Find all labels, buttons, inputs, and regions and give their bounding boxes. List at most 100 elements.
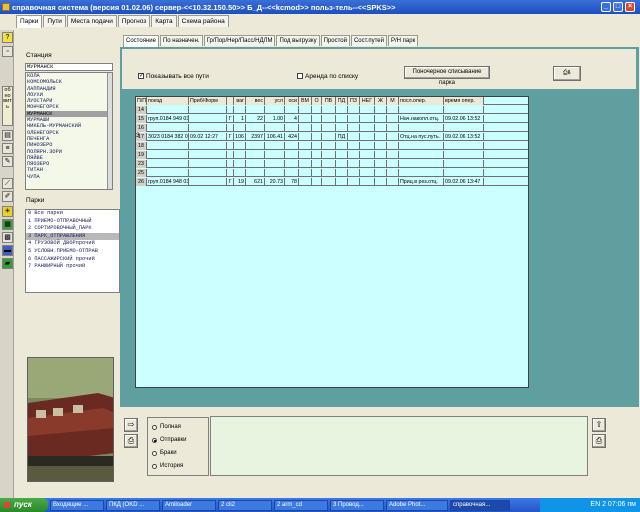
park-item[interactable]: 5 УСЛОВН.ПРИЕМО-ОТПРАВ <box>26 248 119 256</box>
table-cell[interactable] <box>348 169 360 177</box>
table-row[interactable]: 25 <box>136 169 528 177</box>
table-cell[interactable] <box>375 124 387 132</box>
print-export-button[interactable]: ⎙⇩ <box>553 66 581 81</box>
table-cell[interactable] <box>285 160 299 168</box>
pencil-icon[interactable]: ✐ <box>2 191 13 202</box>
table-row[interactable]: 15груп.0184 949 0315 Г1221.004 Нач.накопл.… <box>136 115 528 123</box>
table-cell[interactable] <box>285 124 299 132</box>
table-cell[interactable] <box>227 142 234 150</box>
table-cell[interactable] <box>147 151 189 159</box>
sub-tab[interactable]: Р/Н парк <box>387 35 419 46</box>
radio-button[interactable] <box>152 451 157 456</box>
table-cell[interactable] <box>387 142 399 150</box>
table-cell[interactable] <box>322 133 336 141</box>
table-cell[interactable]: 09.02.06 13:52 <box>444 133 484 141</box>
table-cell[interactable] <box>299 124 312 132</box>
table-cell[interactable] <box>234 169 246 177</box>
table-cell[interactable]: 18 <box>136 142 147 150</box>
table-cell[interactable] <box>265 160 285 168</box>
table-cell[interactable]: ПД <box>336 133 348 141</box>
table-cell[interactable] <box>246 160 265 168</box>
table-cell[interactable] <box>336 169 348 177</box>
park-item[interactable]: 4 ГРУЗОВОЙ ДВОРпрочий <box>26 240 119 248</box>
table-cell[interactable] <box>234 142 246 150</box>
taskbar-item[interactable]: 2 cli2 <box>218 499 272 511</box>
table-cell[interactable]: груп.0184 948 0316 <box>147 178 189 186</box>
help-icon[interactable]: ? <box>2 32 13 43</box>
taskbar-item[interactable]: Входящие ... <box>50 499 104 511</box>
table-cell[interactable] <box>189 169 227 177</box>
sub-tab[interactable]: Под выгрузку <box>276 35 320 46</box>
table-cell[interactable] <box>375 133 387 141</box>
radio-button[interactable] <box>152 425 157 430</box>
table-cell[interactable]: 106.41 <box>265 133 285 141</box>
table-cell[interactable] <box>399 151 444 159</box>
table-cell[interactable] <box>348 106 360 114</box>
grid-icon[interactable]: ▩ <box>2 232 13 243</box>
table-cell[interactable]: 424 <box>285 133 299 141</box>
park-item[interactable]: 2 СОРТИРОВОЧНЫЙ_ПАРК <box>26 225 119 233</box>
print-small-button[interactable]: ⎙ <box>124 434 138 448</box>
table-cell[interactable] <box>265 169 285 177</box>
table-cell[interactable] <box>336 151 348 159</box>
table-cell[interactable] <box>147 169 189 177</box>
taskbar-item[interactable]: 2 arm_cd <box>274 499 328 511</box>
table-cell[interactable]: 14 <box>136 106 147 114</box>
table-cell[interactable] <box>399 106 444 114</box>
table-cell[interactable] <box>234 160 246 168</box>
park-item[interactable]: 0 Все парки <box>26 210 119 218</box>
arrow-up-button[interactable]: ⇧ <box>592 418 606 432</box>
table-cell[interactable] <box>285 169 299 177</box>
table-row[interactable]: 18 <box>136 142 528 150</box>
show-all-tracks-checkbox[interactable]: ✓ <box>138 73 144 79</box>
table-cell[interactable]: 09.02.06 13:52 <box>444 115 484 123</box>
table-cell[interactable]: 2397 <box>246 133 265 141</box>
table-cell[interactable] <box>312 142 322 150</box>
table-cell[interactable] <box>444 106 484 114</box>
table-cell[interactable] <box>312 124 322 132</box>
table-cell[interactable] <box>227 124 234 132</box>
table-cell[interactable] <box>375 151 387 159</box>
table-cell[interactable] <box>227 169 234 177</box>
table-cell[interactable] <box>399 124 444 132</box>
table-cell[interactable] <box>336 115 348 123</box>
arrow-right-button[interactable]: ⇨ <box>124 418 138 432</box>
table-cell[interactable] <box>312 169 322 177</box>
table-cell[interactable] <box>265 151 285 159</box>
table-row[interactable]: П/П поезд Приб/Форм ваг вес усл оси ВМ О ПВ ПД ПЗ НЕ… <box>136 97 528 105</box>
edit-icon[interactable]: ✎ <box>2 156 13 167</box>
table-cell[interactable] <box>444 151 484 159</box>
table-cell[interactable] <box>227 160 234 168</box>
table-cell[interactable] <box>147 124 189 132</box>
taskbar-item[interactable]: 3 Провод... <box>330 499 384 511</box>
table-cell[interactable] <box>299 106 312 114</box>
table-cell[interactable] <box>265 106 285 114</box>
table-cell[interactable] <box>360 124 375 132</box>
table-cell[interactable] <box>348 133 360 141</box>
table-cell[interactable] <box>189 115 227 123</box>
sub-tab[interactable]: Сост.путей <box>350 35 387 46</box>
table-cell[interactable] <box>285 142 299 150</box>
table-cell[interactable] <box>322 106 336 114</box>
table-cell[interactable] <box>265 142 285 150</box>
table-cell[interactable] <box>312 115 322 123</box>
table-cell[interactable] <box>336 106 348 114</box>
table-cell[interactable] <box>322 115 336 123</box>
table-cell[interactable] <box>375 115 387 123</box>
table-cell[interactable] <box>348 160 360 168</box>
table-cell[interactable]: 19 <box>234 178 246 186</box>
tab-scheme[interactable]: Схема района <box>177 15 229 27</box>
table-cell[interactable] <box>375 106 387 114</box>
table-cell[interactable] <box>375 178 387 186</box>
table-cell[interactable] <box>189 124 227 132</box>
table-cell[interactable] <box>322 178 336 186</box>
table-cell[interactable] <box>312 106 322 114</box>
table-cell[interactable]: 3023 0184 382 0163 <box>147 133 189 141</box>
map-icon[interactable]: ▦ <box>2 219 13 230</box>
table-cell[interactable] <box>360 115 375 123</box>
message-box[interactable] <box>210 416 588 476</box>
table-cell[interactable] <box>348 178 360 186</box>
maximize-button[interactable]: □ <box>613 2 623 12</box>
table-cell[interactable] <box>147 142 189 150</box>
table-cell[interactable] <box>360 106 375 114</box>
